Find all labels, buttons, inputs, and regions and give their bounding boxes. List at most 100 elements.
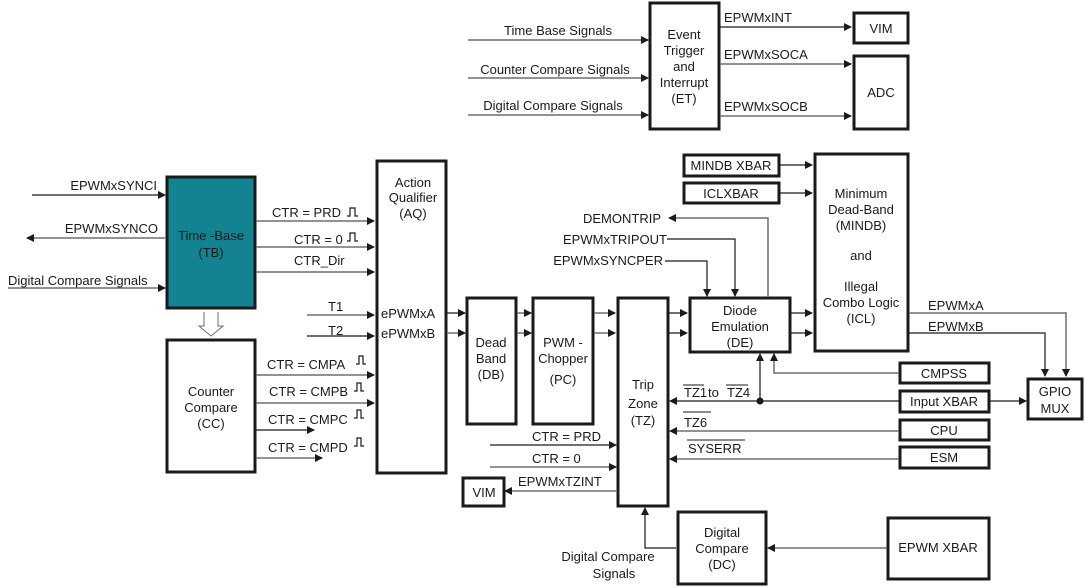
- et-label-4: Interrupt: [660, 75, 709, 90]
- dc-label-1: Digital: [704, 525, 740, 540]
- synco-label: EPWMxSYNCO: [65, 221, 158, 236]
- db-label-2: Band: [476, 351, 506, 366]
- dc-to-tz-arrow: [641, 507, 676, 549]
- tz-ctr-prd-label: CTR = PRD: [532, 429, 601, 444]
- icl-epwmxb-label: EPWMxB: [928, 319, 984, 334]
- cmpss-label: CMPSS: [921, 366, 968, 381]
- mindb-xbar-label: MINDB XBAR: [691, 158, 772, 173]
- pulse-icon: [347, 232, 358, 242]
- demontrip-label: DEMONTRIP: [583, 211, 661, 226]
- aq-epwmxb-label: ePWMxB: [381, 326, 435, 341]
- db-label-1: Dead: [475, 335, 506, 350]
- tzint-label: EPWMxTZINT: [518, 474, 602, 489]
- pc-label-3: (PC): [550, 372, 577, 387]
- mindb-label-6: Combo Logic: [823, 295, 900, 310]
- tz-to-label: to: [708, 385, 719, 400]
- dc-section: Digital Compare (DC) EPWM XBAR: [676, 510, 991, 586]
- dc-signals-label-1: Digital Compare: [561, 549, 654, 564]
- counter-compare-signals-label: Counter Compare Signals: [480, 62, 630, 77]
- input-xbar-label: Input XBAR: [910, 394, 978, 409]
- time-base-signals-label: Time Base Signals: [504, 23, 612, 38]
- cmpd-label: CTR = CMPD: [268, 440, 348, 455]
- tz4-label: TZ4: [727, 385, 750, 400]
- t1-label: T1: [328, 299, 343, 314]
- pc-label-1: PWM -: [543, 335, 583, 350]
- tb-label-1: Time -Base: [178, 228, 244, 243]
- tb-section: EPWMxSYNCI EPWMxSYNCO Digital Compare Si…: [8, 175, 375, 337]
- vim-bottom-label: VIM: [472, 485, 495, 500]
- mindb-label-1: Minimum: [835, 186, 888, 201]
- epwmxint-label: EPWMxINT: [724, 10, 792, 25]
- synci-label: EPWMxSYNCI: [70, 178, 157, 193]
- adc-label: ADC: [867, 85, 894, 100]
- cpu-label: CPU: [930, 423, 957, 438]
- tz6-label: TZ6: [684, 415, 707, 430]
- tripout-arrow: [667, 238, 739, 297]
- t2-label: T2: [328, 323, 343, 338]
- aq-label-2: Qualifier: [389, 190, 438, 205]
- vim-top-label: VIM: [869, 21, 892, 36]
- de-label-2: Emulation: [711, 319, 769, 334]
- epwm-block-diagram: Time Base Signals Counter Compare Signal…: [8, 1, 1084, 586]
- pulse-icon: [354, 437, 364, 447]
- epwmxsocb-label: EPWMxSOCB: [724, 99, 808, 114]
- et-label-5: (ET): [671, 91, 696, 106]
- et-label-2: Trigger: [664, 43, 705, 58]
- tz-ctr-zero-label: CTR = 0: [532, 451, 581, 466]
- esm-label: ESM: [930, 450, 958, 465]
- syncper-label: EPWMxSYNCPER: [553, 253, 663, 268]
- aq-label-1: Action: [395, 175, 431, 190]
- ctr-dir-label: CTR_Dir: [294, 253, 345, 268]
- pulse-icon: [356, 355, 366, 365]
- db-pc-section: Dead Band (DB) PWM - Chopper (PC): [465, 296, 616, 426]
- gpio-label-1: GPIO: [1039, 384, 1072, 399]
- dc-label-3: (DC): [708, 557, 735, 572]
- cc-label-1: Counter: [188, 384, 235, 399]
- epwm-xbar-label: EPWM XBAR: [898, 540, 977, 555]
- cc-section: Counter Compare (CC) CTR = CMPA CTR = CM…: [165, 338, 375, 474]
- icl-epwmxa-label: EPWMxA: [928, 298, 984, 313]
- sources-section: CMPSS Input XBAR TZ1 to TZ4 CPU TZ6 ESM …: [669, 353, 1084, 470]
- ctr-zero-label: CTR = 0: [294, 232, 343, 247]
- tz-label-2: Zone: [628, 396, 658, 411]
- gpio-label-2: MUX: [1041, 401, 1070, 416]
- digital-compare-signals-label: Digital Compare Signals: [483, 98, 623, 113]
- et-label-1: Event: [667, 27, 701, 42]
- mindb-label-2: Dead-Band: [828, 202, 894, 217]
- aq-epwmxa-label: ePWMxA: [381, 306, 436, 321]
- cmpc-label: CTR = CMPC: [268, 412, 348, 427]
- tb-label-2: (TB): [198, 245, 223, 260]
- syncper-arrow: [665, 260, 711, 297]
- pc-label-2: Chopper: [538, 351, 589, 366]
- aq-label-3: (AQ): [399, 206, 426, 221]
- demontrip-arrow: [668, 214, 769, 297]
- de-label-3: (DE): [727, 335, 754, 350]
- tz1-label: TZ1: [684, 385, 707, 400]
- epwmxsoca-label: EPWMxSOCA: [724, 47, 808, 62]
- mindb-label-7: (ICL): [847, 311, 876, 326]
- pulse-icon: [354, 382, 364, 392]
- tz-label-3: (TZ): [631, 413, 656, 428]
- tripout-label: EPWMxTRIPOUT: [563, 232, 667, 247]
- pulse-icon: [354, 409, 364, 419]
- et-section: Time Base Signals Counter Compare Signal…: [468, 1, 910, 131]
- tb-dcs-label: Digital Compare Signals: [8, 273, 148, 288]
- tz-label-1: Trip: [632, 377, 654, 392]
- mindb-label-3: (MINDB): [836, 218, 887, 233]
- syserr-label: SYSERR: [688, 441, 741, 456]
- cmpa-label: CTR = CMPA: [267, 357, 345, 372]
- tb-to-cc-arrow: [197, 312, 225, 337]
- cmpss-arrow: [770, 353, 899, 374]
- cc-label-2: Compare: [184, 400, 237, 415]
- mindb-label-5: Illegal: [844, 279, 878, 294]
- mindb-label-4: and: [850, 248, 872, 263]
- cmpb-label: CTR = CMPB: [269, 384, 348, 399]
- cc-label-3: (CC): [197, 416, 224, 431]
- dc-label-2: Compare: [695, 541, 748, 556]
- ctr-prd-label: CTR = PRD: [272, 205, 341, 220]
- pulse-icon: [347, 207, 358, 217]
- dc-signals-label-2: Signals: [593, 566, 636, 581]
- et-label-3: and: [673, 59, 695, 74]
- icl-xbar-label: ICLXBAR: [703, 186, 759, 201]
- db-label-3: (DB): [478, 367, 505, 382]
